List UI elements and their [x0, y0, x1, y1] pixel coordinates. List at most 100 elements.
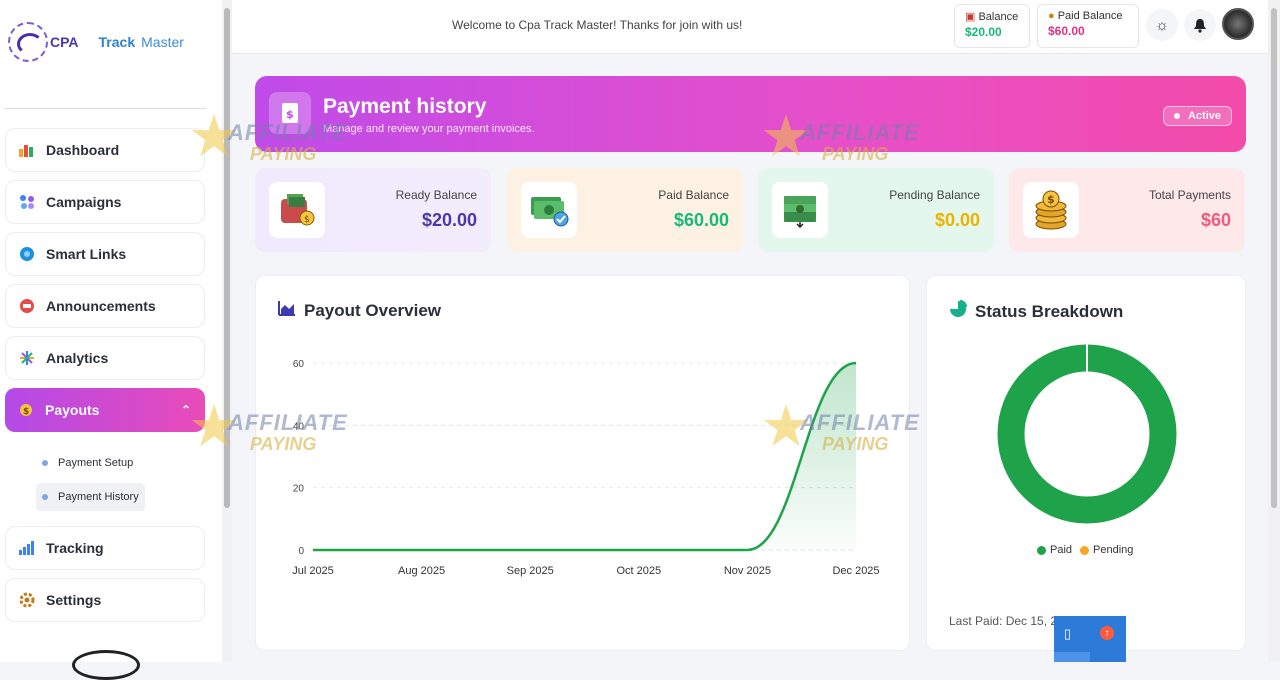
- y-tick-label: 0: [298, 546, 304, 557]
- scroll-top-icon[interactable]: ↑: [1100, 626, 1114, 640]
- floating-strip: [1054, 652, 1090, 662]
- analytics-icon: [18, 349, 36, 367]
- sidebar-item-label: Smart Links: [46, 246, 127, 262]
- sidebar-item-analytics[interactable]: Analytics: [5, 336, 205, 380]
- legend-label-pending: Pending: [1093, 544, 1134, 556]
- bar-chart-icon: [18, 539, 36, 557]
- sidebar-item-settings[interactable]: Settings: [5, 578, 205, 622]
- page-scrollbar[interactable]: [1268, 0, 1280, 662]
- stat-label: Ready Balance: [395, 188, 477, 202]
- sidebar-scrollbar[interactable]: [222, 0, 232, 662]
- legend-swatch-pending: [1080, 545, 1090, 555]
- chart-legend: Paid Pending: [1037, 544, 1133, 556]
- floating-action-bar: ▯ ↑: [1054, 616, 1126, 662]
- y-tick-label: 20: [293, 484, 305, 495]
- topbar: Welcome to Cpa Track Master! Thanks for …: [232, 0, 1268, 54]
- invoice-icon: $: [269, 92, 311, 134]
- coins-icon: $: [1023, 182, 1079, 238]
- megaphone-icon: [18, 297, 36, 315]
- balance-label: Balance: [978, 11, 1019, 23]
- x-tick-label: Oct 2025: [616, 565, 661, 577]
- bullet-icon: [42, 494, 48, 500]
- paid-balance-value: $60.00: [1048, 24, 1085, 38]
- status-breakdown-card: Status Breakdown Paid Pending Last Paid:…: [926, 275, 1246, 651]
- payout-overview-card: Payout Overview 0 20 40 60 Jul 2025 Aug 2025 S…: [255, 275, 910, 651]
- area-chart-icon: [278, 300, 296, 321]
- phone-icon[interactable]: ▯: [1064, 626, 1071, 642]
- stat-label: Paid Balance: [658, 188, 729, 202]
- cash-check-icon: [521, 182, 577, 238]
- slice-paid: [997, 344, 1177, 524]
- bullet-icon: [42, 460, 48, 466]
- status-donut-chart[interactable]: [927, 334, 1247, 534]
- divider: [4, 108, 206, 109]
- balance-value: $20.00: [965, 25, 1002, 39]
- stat-label: Total Payments: [1148, 188, 1231, 202]
- x-tick-label: Aug 2025: [398, 565, 445, 577]
- paid-balance-chip[interactable]: ● Paid Balance $60.00: [1037, 4, 1139, 48]
- sidebar-subitem-label: Payment History: [58, 491, 139, 503]
- brand-track: Track: [98, 34, 136, 50]
- sidebar-item-tracking[interactable]: Tracking: [5, 526, 205, 570]
- sidebar-subitem-payment-setup[interactable]: Payment Setup: [36, 449, 139, 477]
- legend-label-paid: Paid: [1050, 544, 1073, 556]
- welcome-message: Welcome to Cpa Track Master! Thanks for …: [452, 18, 743, 32]
- stat-value: $0.00: [934, 210, 980, 230]
- x-tick-label: Nov 2025: [724, 565, 771, 577]
- gear-icon: [18, 591, 36, 609]
- logo-icon: [8, 22, 48, 62]
- brand-master: Master: [141, 34, 184, 50]
- user-avatar[interactable]: [1222, 8, 1254, 40]
- sidebar-item-smart-links[interactable]: Smart Links: [5, 232, 205, 276]
- campaigns-icon: [18, 193, 36, 211]
- status-dot-icon: [1173, 113, 1180, 119]
- payout-icon: $: [17, 401, 35, 419]
- sidebar-item-label: Settings: [46, 592, 102, 608]
- page-header-banner: $ Payment history Manage and review your…: [255, 76, 1246, 152]
- sidebar-item-label: Dashboard: [46, 142, 120, 158]
- sidebar-item-label: Payouts: [45, 402, 100, 418]
- x-tick-label: Jul 2025: [292, 565, 334, 577]
- sidebar-item-announcements[interactable]: Announcements: [5, 284, 205, 328]
- card-title: Payout Overview: [278, 300, 441, 321]
- y-tick-label: 40: [293, 421, 305, 432]
- theme-toggle-sun-icon[interactable]: ☼: [1146, 9, 1178, 41]
- svg-text:$: $: [1047, 193, 1055, 206]
- sidebar-item-label: Analytics: [46, 350, 109, 366]
- sidebar-item-campaigns[interactable]: Campaigns: [5, 180, 205, 224]
- sidebar: CPA Track Master Dashboard Campaigns Sma…: [0, 0, 222, 680]
- pie-chart-icon: [949, 300, 967, 323]
- wallet-icon: $: [269, 182, 325, 238]
- page-subtitle: Manage and review your payment invoices.: [323, 123, 535, 135]
- balance-chip[interactable]: ▣ Balance $20.00: [954, 4, 1030, 48]
- notification-bell-icon[interactable]: [1184, 9, 1216, 41]
- coin-bag-icon: ●: [1048, 10, 1055, 22]
- x-tick-label: Sep 2025: [507, 565, 554, 577]
- payout-chart[interactable]: 0 20 40 60 Jul 2025 Aug 2025 Sep 2025 Oct 2025 N…: [256, 336, 896, 656]
- globe-icon: [18, 245, 36, 263]
- brand-cpa: CPA: [50, 34, 79, 50]
- chevron-up-icon[interactable]: ⌃: [181, 403, 191, 417]
- y-tick-label: 60: [293, 359, 305, 370]
- svg-text:$: $: [23, 407, 29, 417]
- brand-logo[interactable]: CPA Track Master: [8, 22, 184, 62]
- sidebar-item-dashboard[interactable]: Dashboard: [5, 128, 205, 172]
- stat-card-pending-balance: Pending Balance $0.00: [758, 168, 994, 252]
- x-tick-label: Dec 2025: [832, 565, 879, 577]
- dashboard-icon: [18, 141, 36, 159]
- sidebar-subitem-label: Payment Setup: [58, 457, 134, 469]
- stat-value: $20.00: [421, 210, 477, 230]
- sidebar-subitem-payment-history[interactable]: Payment History: [36, 483, 145, 511]
- stat-label: Pending Balance: [889, 188, 980, 202]
- status-badge: Active: [1162, 106, 1232, 126]
- svg-text:$: $: [286, 108, 294, 121]
- stat-card-ready-balance: $ Ready Balance $20.00: [255, 168, 491, 252]
- stat-value: $60.00: [673, 210, 729, 230]
- scrollbar-thumb[interactable]: [1271, 8, 1277, 508]
- page-title: Payment history: [323, 95, 487, 118]
- sidebar-item-payouts[interactable]: $ Payouts ⌃: [5, 388, 205, 432]
- stat-value: $60: [1200, 210, 1231, 230]
- series-line: [313, 361, 857, 552]
- scrollbar-thumb[interactable]: [224, 8, 230, 508]
- stat-card-total-payments: $ Total Payments $60: [1009, 168, 1245, 252]
